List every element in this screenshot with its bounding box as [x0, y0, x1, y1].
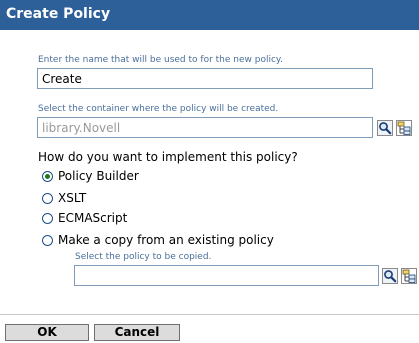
- radio-ecmascript[interactable]: ECMAScript: [42, 209, 127, 227]
- radio-label: Make a copy from an existing policy: [58, 233, 274, 247]
- copy-policy-search-button[interactable]: [382, 268, 398, 284]
- policy-name-caption: Enter the name that will be used to for …: [38, 55, 283, 65]
- footer-divider: [0, 314, 419, 315]
- radio-label: ECMAScript: [58, 211, 128, 225]
- copy-policy-caption: Select the policy to be copied.: [75, 252, 212, 262]
- container-browse-button[interactable]: [396, 120, 412, 136]
- browse-tree-icon: [397, 121, 411, 135]
- container-caption: Select the container where the policy wi…: [38, 104, 279, 114]
- cancel-button[interactable]: Cancel: [94, 324, 180, 341]
- radio-button[interactable]: [42, 170, 53, 182]
- policy-name-input[interactable]: [37, 68, 373, 89]
- radio-copy-existing[interactable]: Make a copy from an existing policy: [42, 231, 274, 249]
- radio-xslt[interactable]: XSLT: [42, 189, 86, 207]
- ok-button[interactable]: OK: [5, 324, 89, 341]
- radio-label: Policy Builder: [58, 169, 139, 183]
- radio-label: XSLT: [58, 191, 87, 205]
- copy-policy-browse-button[interactable]: [401, 268, 417, 284]
- search-icon: [383, 269, 397, 283]
- implement-question: How do you want to implement this policy…: [38, 150, 298, 164]
- radio-button[interactable]: [42, 212, 53, 224]
- copy-policy-input[interactable]: [74, 265, 379, 286]
- radio-button[interactable]: [42, 192, 53, 204]
- radio-button[interactable]: [42, 234, 53, 246]
- search-icon: [378, 121, 392, 135]
- dialog-title: Create Policy: [6, 6, 111, 22]
- container-input[interactable]: [37, 117, 373, 138]
- browse-tree-icon: [402, 269, 416, 283]
- title-bar: Create Policy: [0, 0, 419, 30]
- container-search-button[interactable]: [377, 120, 393, 136]
- radio-policy-builder[interactable]: Policy Builder: [42, 167, 139, 185]
